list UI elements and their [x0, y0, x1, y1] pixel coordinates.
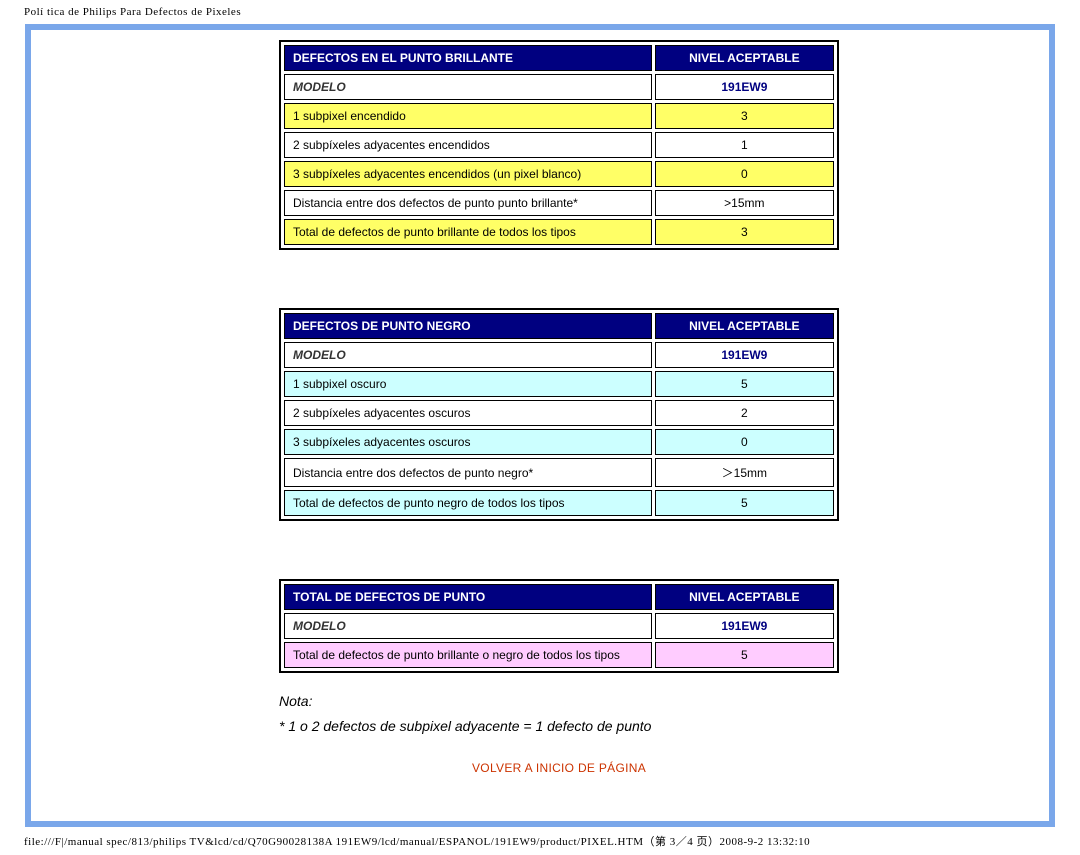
table2-level: NIVEL ACEPTABLE — [655, 313, 834, 339]
table-row: 2 subpíxeles adyacentes encendidos1 — [284, 132, 834, 158]
table-row: Total de defectos de punto brillante de … — [284, 219, 834, 245]
row-value: 5 — [655, 642, 834, 668]
black-dot-defects-table: DEFECTOS DE PUNTO NEGRO NIVEL ACEPTABLE … — [279, 308, 839, 521]
row-value: 0 — [655, 161, 834, 187]
row-label: 2 subpíxeles adyacentes oscuros — [284, 400, 652, 426]
row-value: 5 — [655, 490, 834, 516]
back-to-top-link[interactable]: VOLVER A INICIO DE PÁGINA — [472, 761, 646, 775]
table-row: 3 subpíxeles adyacentes oscuros0 — [284, 429, 834, 455]
row-label: Total de defectos de punto brillante de … — [284, 219, 652, 245]
row-label: 1 subpixel oscuro — [284, 371, 652, 397]
row-label: Distancia entre dos defectos de punto pu… — [284, 190, 652, 216]
table-row: 1 subpixel oscuro5 — [284, 371, 834, 397]
bright-dot-defects-table: DEFECTOS EN EL PUNTO BRILLANTE NIVEL ACE… — [279, 40, 839, 250]
content-frame: DEFECTOS EN EL PUNTO BRILLANTE NIVEL ACE… — [25, 24, 1055, 827]
table1-model-value: 191EW9 — [655, 74, 834, 100]
row-label: Total de defectos de punto negro de todo… — [284, 490, 652, 516]
table-row: 1 subpixel encendido3 — [284, 103, 834, 129]
row-value: ＞15mm — [655, 458, 834, 487]
table1-level: NIVEL ACEPTABLE — [655, 45, 834, 71]
row-value: 2 — [655, 400, 834, 426]
table1-title: DEFECTOS EN EL PUNTO BRILLANTE — [284, 45, 652, 71]
row-value: 1 — [655, 132, 834, 158]
table-row: 3 subpíxeles adyacentes encendidos (un p… — [284, 161, 834, 187]
table1-model-label: MODELO — [284, 74, 652, 100]
table3-title: TOTAL DE DEFECTOS DE PUNTO — [284, 584, 652, 610]
footer-file-path: file:///F|/manual spec/813/philips TV&lc… — [0, 827, 1080, 855]
table2-model-label: MODELO — [284, 342, 652, 368]
row-value: 3 — [655, 219, 834, 245]
table-row: Total de defectos de punto brillante o n… — [284, 642, 834, 668]
total-defects-table: TOTAL DE DEFECTOS DE PUNTO NIVEL ACEPTAB… — [279, 579, 839, 673]
row-value: 5 — [655, 371, 834, 397]
note-heading: Nota: — [279, 689, 839, 714]
row-label: Distancia entre dos defectos de punto ne… — [284, 458, 652, 487]
row-label: 2 subpíxeles adyacentes encendidos — [284, 132, 652, 158]
table3-level: NIVEL ACEPTABLE — [655, 584, 834, 610]
row-label: 3 subpíxeles adyacentes oscuros — [284, 429, 652, 455]
table2-title: DEFECTOS DE PUNTO NEGRO — [284, 313, 652, 339]
table2-model-value: 191EW9 — [655, 342, 834, 368]
row-value: >15mm — [655, 190, 834, 216]
table-row: Distancia entre dos defectos de punto pu… — [284, 190, 834, 216]
table-row: Distancia entre dos defectos de punto ne… — [284, 458, 834, 487]
row-value: 0 — [655, 429, 834, 455]
page-header-title: Polí tica de Philips Para Defectos de Pi… — [0, 0, 1080, 24]
table3-model-label: MODELO — [284, 613, 652, 639]
row-value: 3 — [655, 103, 834, 129]
table-row: Total de defectos de punto negro de todo… — [284, 490, 834, 516]
note-block: Nota: * 1 o 2 defectos de subpixel adyac… — [279, 689, 839, 739]
table3-model-value: 191EW9 — [655, 613, 834, 639]
row-label: Total de defectos de punto brillante o n… — [284, 642, 652, 668]
table-row: 2 subpíxeles adyacentes oscuros2 — [284, 400, 834, 426]
row-label: 3 subpíxeles adyacentes encendidos (un p… — [284, 161, 652, 187]
row-label: 1 subpixel encendido — [284, 103, 652, 129]
note-line: * 1 o 2 defectos de subpixel adyacente =… — [279, 714, 839, 739]
